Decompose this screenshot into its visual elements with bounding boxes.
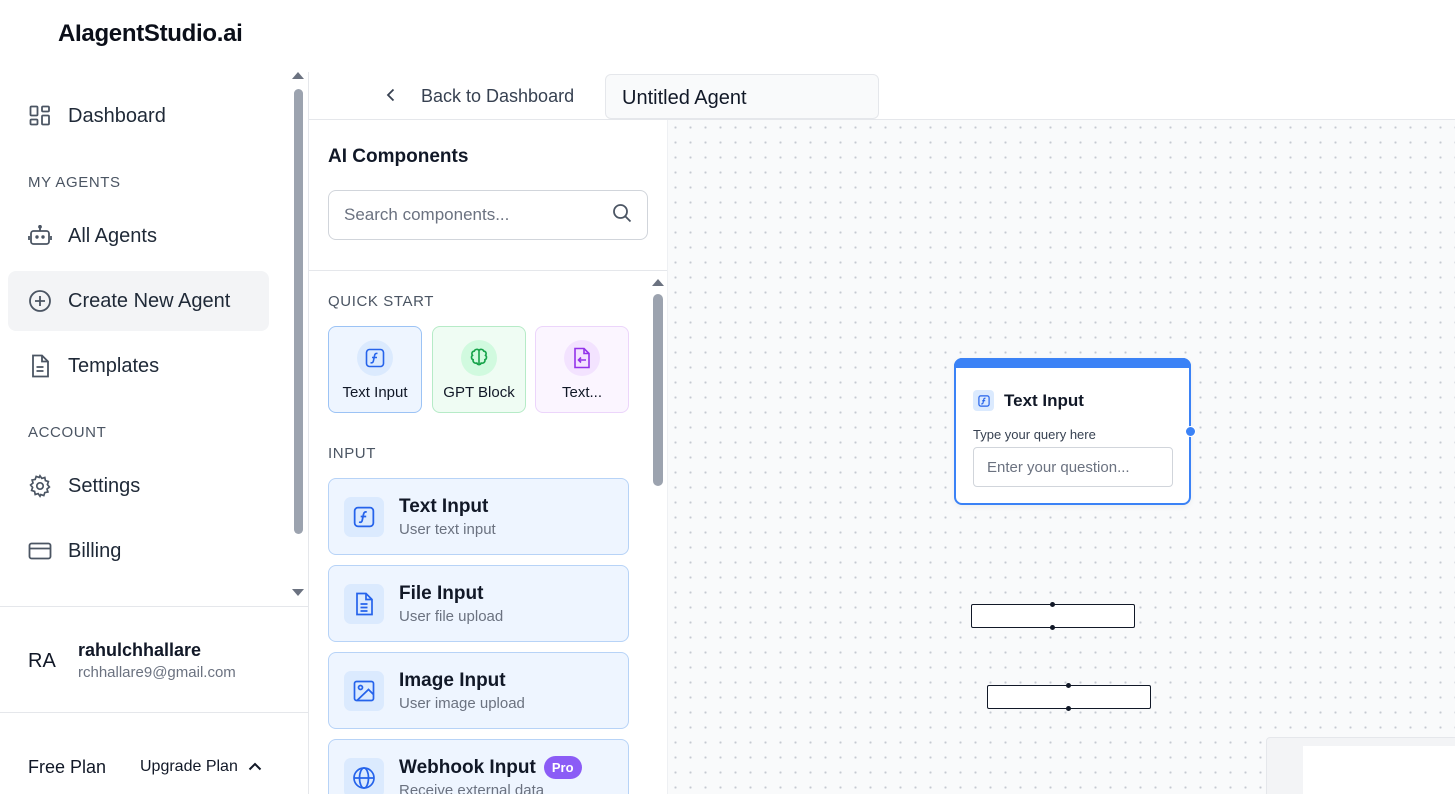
divider <box>309 270 667 271</box>
component-subtitle: User text input <box>399 520 496 538</box>
avatar[interactable]: RA <box>28 650 56 673</box>
sidebar-item-all-agents[interactable]: All Agents <box>8 206 269 266</box>
sidebar-item-label: Dashboard <box>68 104 166 127</box>
node-input-handle[interactable] <box>1050 602 1055 607</box>
section-label-quick-start: QUICK START <box>328 293 435 310</box>
plus-circle-icon <box>28 289 52 313</box>
sidebar-item-label: All Agents <box>68 224 157 247</box>
canvas-minimap[interactable] <box>1266 737 1455 794</box>
sidebar-item-settings[interactable]: Settings <box>8 456 269 516</box>
sidebar: Dashboard MY AGENTS All Agents Create Ne… <box>0 72 309 794</box>
document-icon <box>28 354 52 378</box>
quick-start-label: Text... <box>561 384 602 401</box>
text-input-node[interactable]: Text Input Type your query here <box>954 358 1196 505</box>
sidebar-item-label: Templates <box>68 354 160 377</box>
upgrade-plan-button[interactable]: Upgrade Plan <box>140 758 262 776</box>
section-label-my-agents: MY AGENTS <box>28 174 121 191</box>
sidebar-item-label: Create New Agent <box>68 289 231 312</box>
file-icon <box>344 583 384 624</box>
node-field-label: Type your query here <box>973 427 1096 442</box>
search-box[interactable] <box>328 190 648 240</box>
quick-start-gpt-block[interactable]: GPT Block <box>432 326 526 413</box>
user-name: rahulchhallare <box>78 640 202 660</box>
node-output-handle[interactable] <box>1185 426 1196 437</box>
node-title: Text Input <box>1004 390 1084 410</box>
node-input-handle[interactable] <box>1066 683 1071 688</box>
function-icon <box>973 390 994 411</box>
collapsed-node[interactable] <box>971 602 1135 630</box>
component-file-input[interactable]: File Input User file upload <box>328 565 629 642</box>
globe-icon <box>344 757 384 794</box>
component-title: File Input <box>399 582 484 604</box>
section-label-input: INPUT <box>328 445 376 462</box>
upgrade-plan-label: Upgrade Plan <box>140 758 238 775</box>
component-text-input[interactable]: Text Input User text input <box>328 478 629 555</box>
component-title: Webhook Input <box>399 756 536 778</box>
gear-icon <box>28 474 52 498</box>
brain-icon <box>461 340 497 376</box>
function-icon <box>357 340 393 376</box>
quick-start-label: Text Input <box>342 384 408 401</box>
collapsed-node[interactable] <box>987 683 1151 711</box>
node-output-handle[interactable] <box>1050 625 1055 630</box>
quick-start-text-output[interactable]: Text... <box>535 326 629 413</box>
back-label: Back to Dashboard <box>421 86 575 106</box>
sidebar-item-dashboard[interactable]: Dashboard <box>8 86 269 146</box>
component-image-input[interactable]: Image Input User image upload <box>328 652 629 729</box>
text-output-icon <box>564 340 600 376</box>
components-panel: AI Components QUICK START Text Input GPT… <box>309 120 668 794</box>
sidebar-item-create-new-agent[interactable]: Create New Agent <box>8 271 269 331</box>
minimap-viewport <box>1303 746 1455 794</box>
node-question-input[interactable] <box>973 447 1173 487</box>
panel-title: AI Components <box>328 146 469 167</box>
panel-scroll-up-arrow[interactable] <box>652 279 664 286</box>
sidebar-item-label: Billing <box>68 539 122 562</box>
image-icon <box>344 670 384 711</box>
chevron-up-icon <box>248 758 262 776</box>
plan-name: Free Plan <box>28 757 107 777</box>
divider <box>0 606 308 607</box>
sidebar-item-billing[interactable]: Billing <box>8 521 269 581</box>
pro-badge: Pro <box>543 756 582 779</box>
user-email: rchhallare9@gmail.com <box>78 664 236 681</box>
divider <box>0 712 308 713</box>
brand-logo: AIagentStudio.ai <box>58 20 243 47</box>
component-webhook-input[interactable]: Webhook Input Pro Receive external data <box>328 739 629 794</box>
workflow-canvas[interactable]: Text Input Type your query here <box>668 120 1455 794</box>
node-header-bar <box>954 358 1191 368</box>
dashboard-grid-icon <box>28 104 52 128</box>
component-subtitle: User file upload <box>399 607 504 625</box>
sidebar-scroll-down-arrow[interactable] <box>292 589 304 596</box>
agent-name-field[interactable]: Untitled Agent <box>605 74 879 119</box>
panel-scrollbar-thumb[interactable] <box>653 294 663 486</box>
sidebar-scrollbar-thumb[interactable] <box>294 89 303 534</box>
chevron-left-icon <box>386 86 400 107</box>
search-icon[interactable] <box>612 203 632 228</box>
sidebar-item-templates[interactable]: Templates <box>8 336 269 396</box>
section-label-account: ACCOUNT <box>28 424 107 441</box>
node-output-handle[interactable] <box>1066 706 1071 711</box>
quick-start-label: GPT Block <box>443 384 515 401</box>
search-input[interactable] <box>344 205 594 225</box>
component-title: Image Input <box>399 669 506 691</box>
sidebar-scroll-up-arrow[interactable] <box>292 72 304 79</box>
component-subtitle: User image upload <box>399 694 525 712</box>
credit-card-icon <box>28 539 52 563</box>
component-subtitle: Receive external data <box>399 782 545 794</box>
quick-start-text-input[interactable]: Text Input <box>328 326 422 413</box>
component-title: Text Input <box>399 495 489 517</box>
sidebar-item-label: Settings <box>68 474 141 497</box>
robot-icon <box>28 224 52 248</box>
back-to-dashboard-link[interactable]: Back to Dashboard <box>386 86 574 107</box>
function-icon <box>344 496 384 537</box>
